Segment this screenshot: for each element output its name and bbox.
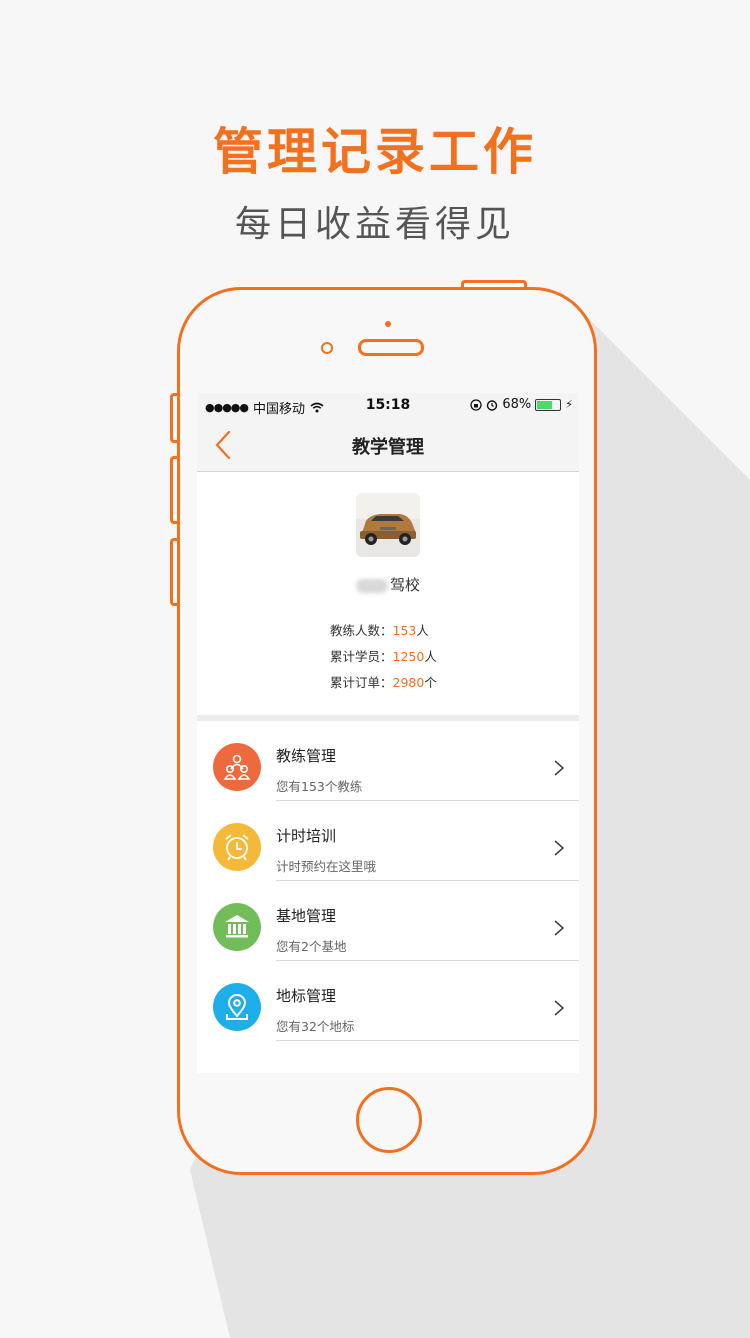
stat-label: 累计订单： [330,675,393,690]
phone-camera [385,321,391,327]
blurred-name [355,578,388,593]
menu-subtitle: 您有2个基地 [276,939,347,954]
school-avatar [356,493,420,557]
icon-circle [213,823,261,871]
chevron-right-icon [554,760,565,776]
stat-unit: 人 [424,649,437,664]
stat-unit: 人 [416,623,429,638]
phone-sensor [321,342,333,354]
building-icon [225,915,249,938]
menu-subtitle: 您有32个地标 [276,1019,355,1034]
menu-title: 地标管理 [276,987,337,1005]
status-bar: ●●●●● 中国移动 15:18 68% ⚡ [197,393,579,419]
school-profile: 驾校 教练人数：153人 累计学员：1250人 累计订单：2980个 [197,472,579,721]
stat-value: 2980 [392,675,425,690]
car-image [356,493,420,557]
stats-list: 教练人数：153人 累计学员：1250人 累计订单：2980个 [330,620,437,698]
battery-percent: 68% [502,397,532,412]
stat-coach-count: 教练人数：153人 [330,620,437,646]
stat-unit: 个 [424,675,437,690]
menu-title: 教练管理 [276,747,337,765]
stat-label: 累计学员： [330,649,393,664]
rotation-lock-icon [470,398,483,411]
icon-circle [213,743,261,791]
phone-speaker [358,339,424,356]
school-name: 驾校 [197,574,579,595]
chevron-right-icon [554,920,565,936]
page-title: 教学管理 [352,437,424,458]
stat-label: 教练人数： [330,623,393,638]
stat-student-count: 累计学员：1250人 [330,646,437,672]
stat-value: 153 [392,623,417,638]
icon-circle [213,903,261,951]
chevron-right-icon [554,1000,565,1016]
alarm-icon [487,399,498,411]
nav-bar: 教学管理 [197,419,579,472]
phone-home-button [356,1087,422,1153]
alarm-clock-icon [225,834,249,861]
people-icon [223,754,251,780]
app-screen: ●●●●● 中国移动 15:18 68% ⚡ 教学管理 驾校 教练人数：153人… [197,393,579,1073]
divider [276,1040,579,1041]
promo-subline: 每日收益看得见 [234,204,515,245]
menu-item-timed-training[interactable]: 计时培训 计时预约在这里哦 [197,801,579,881]
menu-item-coach-management[interactable]: 教练管理 您有153个教练 [197,721,579,801]
stat-order-count: 累计订单：2980个 [330,672,437,698]
school-name-label: 驾校 [389,576,420,594]
chevron-right-icon [554,840,565,856]
charging-icon: ⚡ [565,398,573,411]
menu-item-base-management[interactable]: 基地管理 您有2个基地 [197,881,579,961]
menu-title: 基地管理 [276,907,337,925]
menu-item-landmark-management[interactable]: 地标管理 您有32个地标 [197,961,579,1041]
icon-circle [213,983,261,1031]
battery-icon [535,398,562,411]
location-pin-icon [226,994,248,1020]
promo-headline: 管理记录工作 [213,123,537,181]
menu-subtitle: 计时预约在这里哦 [276,859,377,874]
stat-value: 1250 [392,649,425,664]
menu-subtitle: 您有153个教练 [276,779,363,794]
menu-title: 计时培训 [276,827,337,845]
